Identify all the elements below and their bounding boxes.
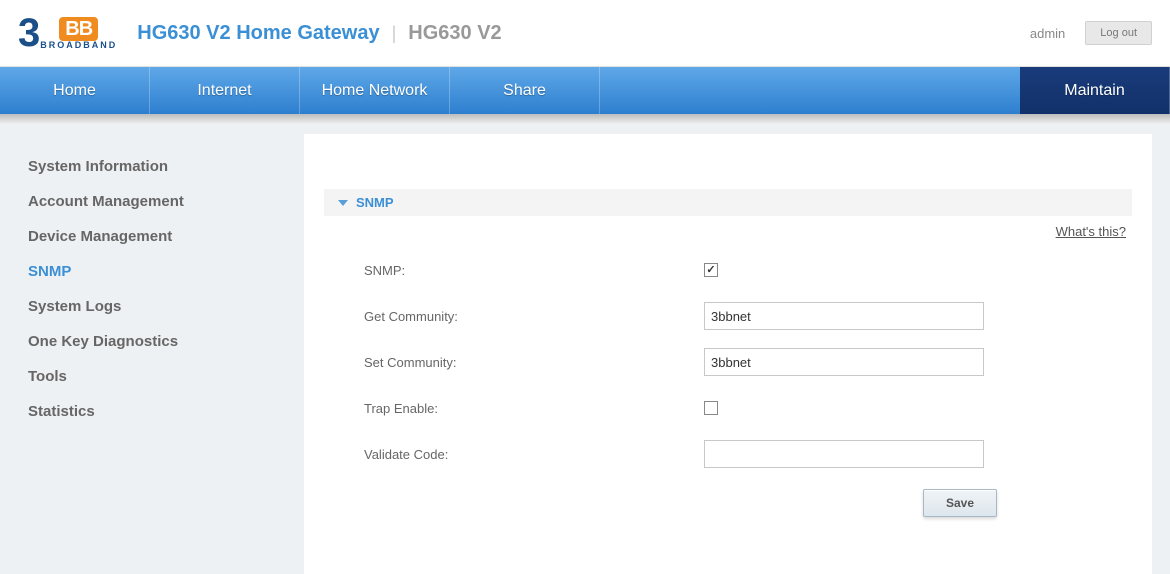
input-get-community[interactable]	[704, 302, 984, 330]
collapse-triangle-icon	[338, 200, 348, 206]
sidebar-item-one-key-diagnostics[interactable]: One Key Diagnostics	[28, 324, 304, 359]
sidebar-item-account-management[interactable]: Account Management	[28, 184, 304, 219]
nav-tab-maintain[interactable]: Maintain	[1020, 67, 1170, 114]
panel-title: SNMP	[356, 195, 394, 210]
checkbox-trap-enable[interactable]	[704, 401, 718, 415]
current-user: admin	[1030, 26, 1065, 41]
row-get-community: Get Community:	[364, 301, 1132, 331]
content-panel: SNMP What's this? SNMP: Get Community: S…	[304, 134, 1152, 574]
product-title: HG630 V2 Home Gateway	[137, 22, 379, 45]
sidebar-item-tools[interactable]: Tools	[28, 359, 304, 394]
input-validate-code[interactable]	[704, 440, 984, 468]
whats-this-link[interactable]: What's this?	[1056, 224, 1126, 239]
sidebar-item-snmp[interactable]: SNMP	[28, 254, 304, 289]
row-validate-code: Validate Code:	[364, 439, 1132, 469]
label-set-community: Set Community:	[364, 355, 704, 370]
sidebar-item-device-management[interactable]: Device Management	[28, 219, 304, 254]
logout-button[interactable]: Log out	[1085, 21, 1152, 45]
row-trap-enable: Trap Enable:	[364, 393, 1132, 423]
checkbox-snmp-enable[interactable]	[704, 263, 718, 277]
label-get-community: Get Community:	[364, 309, 704, 324]
input-set-community[interactable]	[704, 348, 984, 376]
nav-tab-share[interactable]: Share	[450, 67, 600, 114]
sidebar-item-system-information[interactable]: System Information	[28, 149, 304, 184]
label-validate-code: Validate Code:	[364, 447, 704, 462]
nav-tab-home[interactable]: Home	[0, 67, 150, 114]
whats-this-row: What's this?	[324, 216, 1132, 255]
nav-tab-internet[interactable]: Internet	[150, 67, 300, 114]
title-divider: |	[392, 23, 397, 44]
nav-spacer	[600, 67, 1020, 114]
logo-bb-box: BB BROADBAND	[40, 17, 117, 50]
snmp-form: SNMP: Get Community: Set Community: Trap…	[324, 255, 1132, 517]
logo: 3 BB BROADBAND	[18, 11, 117, 56]
header-bar: 3 BB BROADBAND HG630 V2 Home Gateway | H…	[0, 0, 1170, 67]
sidebar-item-statistics[interactable]: Statistics	[28, 394, 304, 429]
model-title: HG630 V2	[408, 22, 501, 45]
logo-bb-icon: BB	[59, 17, 98, 41]
page-body: System Information Account Management De…	[0, 114, 1170, 574]
sidebar: System Information Account Management De…	[0, 134, 304, 574]
label-snmp: SNMP:	[364, 263, 704, 278]
row-set-community: Set Community:	[364, 347, 1132, 377]
nav-tab-home-network[interactable]: Home Network	[300, 67, 450, 114]
logo-3-icon: 3	[18, 11, 38, 56]
panel-header[interactable]: SNMP	[324, 189, 1132, 216]
main-nav: Home Internet Home Network Share Maintai…	[0, 67, 1170, 114]
row-snmp-enable: SNMP:	[364, 255, 1132, 285]
logo-subtext: BROADBAND	[40, 40, 117, 50]
button-row: Save	[364, 489, 1132, 517]
save-button[interactable]: Save	[923, 489, 997, 517]
sidebar-item-system-logs[interactable]: System Logs	[28, 289, 304, 324]
label-trap-enable: Trap Enable:	[364, 401, 704, 416]
